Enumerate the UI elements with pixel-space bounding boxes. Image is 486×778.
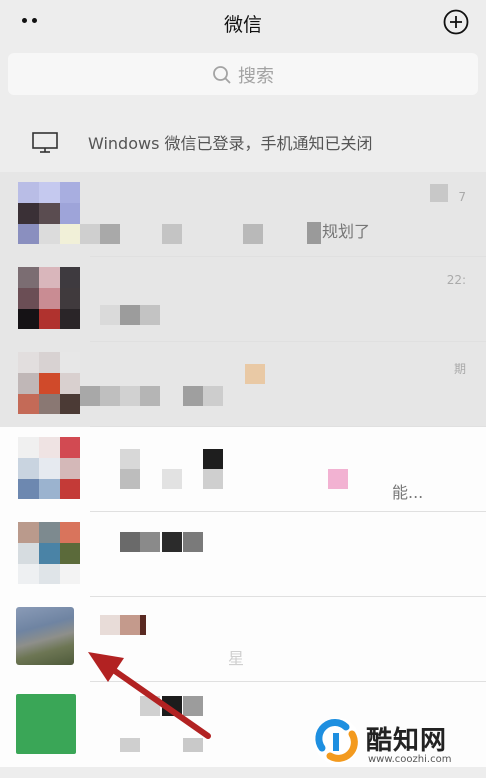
brand-url: www.coozhi.com <box>368 754 452 765</box>
chat-snippet: 星 <box>228 649 245 668</box>
search-placeholder: 搜索 <box>238 66 274 87</box>
plus-circle-icon[interactable] <box>443 9 469 35</box>
chat-time: 7 <box>458 190 466 204</box>
chat-row[interactable]: 星 <box>0 597 486 682</box>
watermark: 酷知网 www.coozhi.com <box>312 716 472 772</box>
avatar <box>18 352 80 414</box>
desktop-login-notice[interactable]: Windows 微信已登录，手机通知已关闭 <box>0 112 486 170</box>
chat-snippet: 能... <box>392 483 424 502</box>
red-arrow-annotation <box>88 652 211 739</box>
chat-time: 22: <box>446 273 466 287</box>
avatar <box>18 182 80 244</box>
chat-list: 规划了 7 22: 期 能... 星 <box>0 172 486 778</box>
chat-row[interactable]: 能... <box>0 427 486 512</box>
chat-snippet: 规划了 <box>322 222 371 241</box>
top-bar: 微信 <box>0 0 486 46</box>
avatar <box>16 607 74 665</box>
chat-row[interactable]: 规划了 7 <box>0 172 486 257</box>
coozhi-logo-icon <box>314 718 360 764</box>
notice-text: Windows 微信已登录，手机通知已关闭 <box>88 134 373 153</box>
search-icon <box>213 66 231 84</box>
chat-time: 期 <box>453 362 466 376</box>
chat-row[interactable] <box>0 512 486 597</box>
desktop-monitor-icon <box>32 132 58 153</box>
page-title: 微信 <box>223 14 262 36</box>
avatar <box>18 437 80 499</box>
brand-name: 酷知网 <box>366 726 448 756</box>
avatar <box>16 694 76 754</box>
avatar <box>18 522 80 584</box>
search-bar[interactable]: 搜索 <box>8 53 478 95</box>
chat-row[interactable]: 22: <box>0 257 486 342</box>
chat-row[interactable]: 期 <box>0 342 486 427</box>
avatar <box>18 267 80 329</box>
